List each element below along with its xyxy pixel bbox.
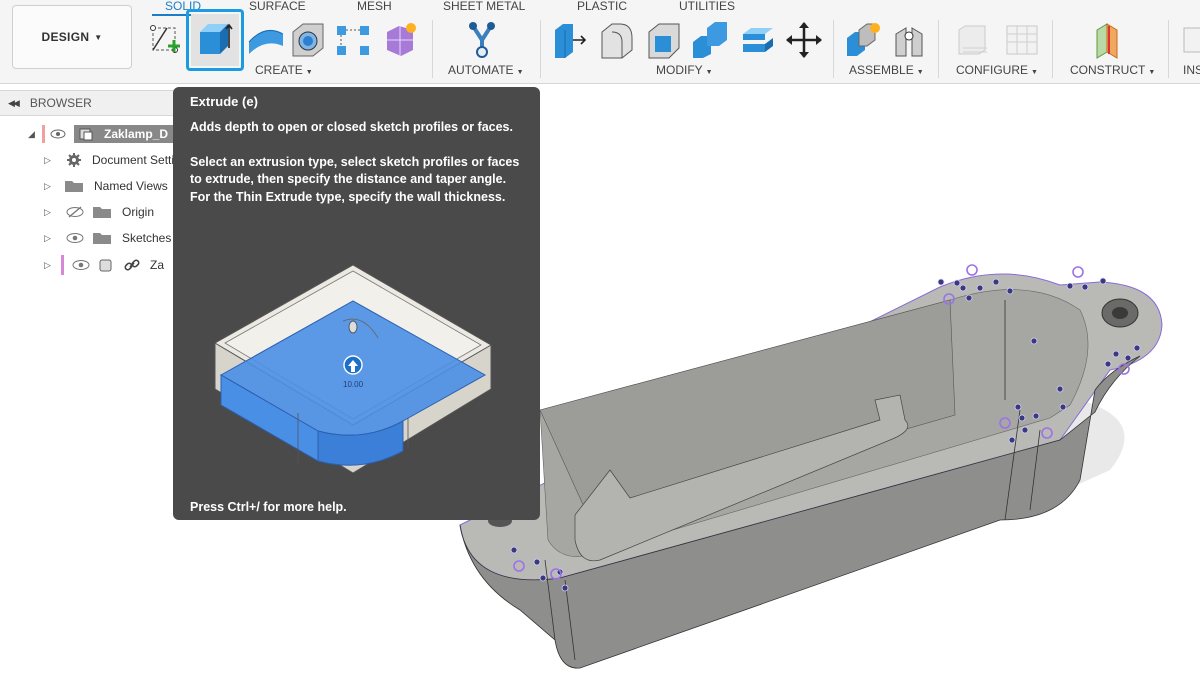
tree-item-named-views[interactable]: ▷ Named Views (44, 175, 168, 197)
new-component-icon[interactable] (845, 20, 883, 60)
insert-icon[interactable] (1182, 20, 1200, 60)
tree-item-label: Sketches (122, 231, 172, 245)
tab-utilities[interactable]: UTILITIES (679, 0, 735, 13)
chevron-down-icon: ▼ (916, 69, 924, 76)
tooltip-title: Extrude (e) (190, 94, 258, 109)
body-icon (99, 259, 112, 272)
gear-icon (67, 153, 81, 167)
create-label: CREATE (255, 63, 303, 77)
tree-root-row[interactable]: ◢ Zaklamp_D (28, 123, 175, 145)
chevron-down-icon: ▼ (1031, 69, 1038, 76)
extrude-tooltip: Extrude (e) Adds depth to open or closed… (173, 87, 540, 520)
tab-sheet-metal[interactable]: SHEET METAL (443, 0, 525, 13)
illustration-distance-label: 10.00 (343, 380, 364, 389)
chevron-down-icon: ▼ (94, 32, 103, 42)
component-color-marker (61, 255, 64, 275)
joint-icon[interactable] (892, 20, 930, 60)
revolve-icon[interactable] (247, 20, 285, 60)
form-icon[interactable] (381, 20, 419, 60)
create-sketch-icon[interactable] (147, 20, 185, 60)
chevron-down-icon: ▼ (705, 69, 713, 76)
automate-menu[interactable]: AUTOMATE ▼ (448, 63, 524, 77)
collapse-triangle-icon[interactable]: ◢ (28, 129, 42, 140)
extrude-icon[interactable] (196, 18, 234, 58)
chevron-down-icon: ▼ (1148, 69, 1156, 76)
tooltip-footer: Press Ctrl+/ for more help. (190, 500, 347, 514)
construct-plane-icon[interactable] (1093, 20, 1131, 60)
tree-item-document-settings[interactable]: ▷ Document Setti (44, 149, 174, 171)
construct-label: CONSTRUCT (1070, 63, 1146, 77)
tree-item-linked-component[interactable]: ▷ Za (44, 254, 164, 276)
modify-label: MODIFY (656, 63, 703, 77)
folder-icon (65, 181, 83, 192)
browser-header[interactable]: ◀◀ BROWSER (0, 90, 175, 116)
split-body-icon[interactable] (739, 20, 777, 60)
table-icon[interactable] (1003, 20, 1041, 60)
link-icon (124, 259, 140, 271)
divider (833, 20, 834, 78)
browser-title: BROWSER (29, 96, 92, 110)
fillet-icon[interactable] (598, 20, 636, 60)
root-component-chip[interactable]: Zaklamp_D (74, 125, 175, 143)
model-hole-inner (1112, 307, 1128, 319)
tab-mesh[interactable]: MESH (357, 0, 392, 13)
assemble-menu[interactable]: ASSEMBLE ▼ (849, 63, 924, 77)
configure-label: CONFIGURE (956, 63, 1028, 77)
create-menu[interactable]: CREATE ▼ (255, 63, 313, 77)
viewport-3d-model[interactable] (455, 240, 1200, 675)
divider (432, 20, 433, 78)
tree-item-label: Zaklamp_D (104, 127, 169, 141)
configure-icon[interactable] (955, 20, 993, 60)
folder-icon (93, 207, 111, 218)
tab-surface[interactable]: SURFACE (249, 0, 306, 13)
hole-icon[interactable] (289, 20, 327, 60)
tree-item-label: Named Views (94, 179, 168, 193)
combine-icon[interactable] (691, 20, 729, 60)
construct-menu[interactable]: CONSTRUCT ▼ (1070, 63, 1155, 77)
pattern-icon[interactable] (334, 20, 372, 60)
workspace-label: DESIGN (41, 30, 90, 44)
visibility-eye-icon[interactable] (66, 232, 84, 244)
visibility-eye-icon[interactable] (72, 259, 90, 271)
automate-label: AUTOMATE (448, 63, 514, 77)
assemble-label: ASSEMBLE (849, 63, 914, 77)
press-pull-icon[interactable] (551, 20, 589, 60)
configure-menu[interactable]: CONFIGURE ▼ (956, 63, 1038, 77)
tab-plastic[interactable]: PLASTIC (577, 0, 627, 13)
shell-icon[interactable] (645, 20, 683, 60)
active-marker (42, 125, 45, 143)
move-icon[interactable] (785, 20, 823, 60)
workspace-switcher-button[interactable]: DESIGN ▼ (12, 5, 132, 69)
tooltip-description: Adds depth to open or closed sketch prof… (190, 120, 513, 134)
automate-icon[interactable] (463, 20, 501, 60)
chevron-down-icon: ▼ (516, 69, 524, 76)
tree-item-label: Origin (122, 205, 155, 219)
divider (540, 20, 541, 78)
modify-menu[interactable]: MODIFY ▼ (656, 63, 713, 77)
extrude-illustration: 10.00 (214, 264, 492, 473)
expand-triangle-icon[interactable]: ▷ (44, 155, 58, 166)
hidden-eye-icon[interactable] (66, 206, 84, 218)
collapse-panel-icon[interactable]: ◀◀ (8, 98, 20, 109)
expand-triangle-icon[interactable]: ▷ (44, 260, 58, 271)
folder-icon (93, 233, 111, 244)
divider (1168, 20, 1169, 78)
chevron-down-icon: ▼ (305, 69, 313, 76)
insert-menu[interactable]: INS (1183, 63, 1200, 77)
expand-triangle-icon[interactable]: ▷ (44, 181, 58, 192)
toolbar: DESIGN ▼ SOLID SURFACE MESH SHEET METAL … (0, 0, 1200, 84)
expand-triangle-icon[interactable]: ▷ (44, 207, 58, 218)
visibility-eye-icon[interactable] (50, 129, 66, 139)
divider (938, 20, 939, 78)
divider (1052, 20, 1053, 78)
tree-item-label: Document Setti (92, 153, 175, 167)
component-icon (79, 128, 93, 141)
tree-item-sketches[interactable]: ▷ Sketches (44, 227, 171, 249)
tree-item-origin[interactable]: ▷ Origin (44, 201, 154, 223)
tooltip-instructions: Select an extrusion type, select sketch … (190, 154, 520, 204)
expand-triangle-icon[interactable]: ▷ (44, 233, 58, 244)
tree-item-label: Za (150, 258, 165, 272)
